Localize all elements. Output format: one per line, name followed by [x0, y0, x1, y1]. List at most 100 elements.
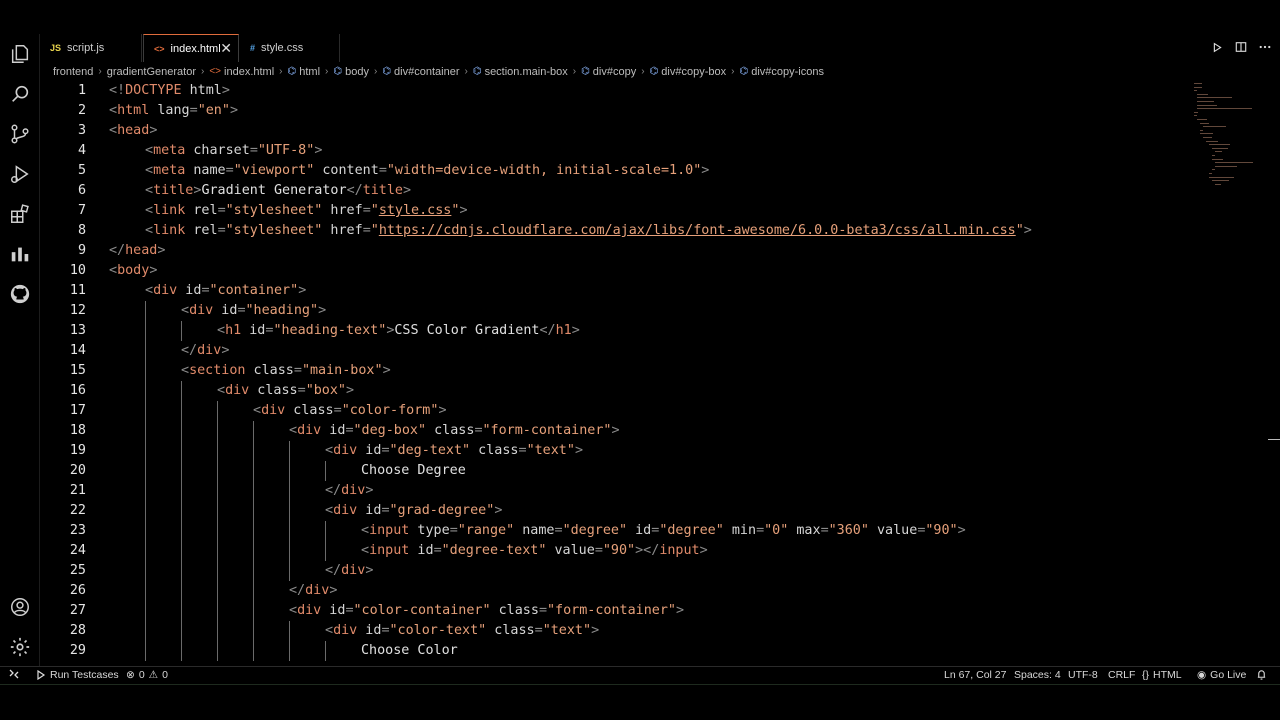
- code-line[interactable]: 14 </div>: [40, 341, 1190, 361]
- indent-guide: [253, 581, 254, 601]
- breadcrumb-item[interactable]: div#copy: [593, 66, 636, 78]
- line-ending[interactable]: CRLF: [1108, 669, 1135, 681]
- indent-guide: [145, 481, 146, 501]
- code-line[interactable]: 9 </head>: [40, 241, 1190, 261]
- code-line[interactable]: 20 Choose Degree: [40, 461, 1190, 481]
- extensions-icon[interactable]: [8, 202, 32, 226]
- account-icon[interactable]: [8, 595, 32, 619]
- split-editor-icon[interactable]: [1234, 40, 1248, 54]
- code-text: <div id="container">: [145, 283, 307, 298]
- code-line[interactable]: 7 <link rel="stylesheet" href="style.css"…: [40, 201, 1190, 221]
- breadcrumb-item[interactable]: index.html: [224, 66, 274, 78]
- indent-guide: [289, 641, 290, 661]
- go-live-button[interactable]: ◉ Go Live: [1197, 669, 1246, 681]
- source-control-icon[interactable]: [8, 122, 32, 146]
- code-line[interactable]: 3 <head>: [40, 121, 1190, 141]
- indent-guide: [289, 481, 290, 501]
- indent-guide: [181, 541, 182, 561]
- run-file-icon[interactable]: [1210, 40, 1224, 54]
- chevron-right-icon: ›: [464, 66, 468, 77]
- code-line[interactable]: 23 <input type="range" name="degree" id="…: [40, 521, 1190, 541]
- indentation[interactable]: Spaces: 4: [1014, 669, 1061, 681]
- indent-guide: [217, 501, 218, 521]
- code-line[interactable]: 5 <meta name="viewport" content="width=de…: [40, 161, 1190, 181]
- breadcrumb-item[interactable]: div#copy-icons: [751, 66, 824, 78]
- indent-guide: [145, 621, 146, 641]
- run-testcases-button[interactable]: Run Testcases: [36, 669, 119, 681]
- code-line[interactable]: 29 Choose Color: [40, 641, 1190, 661]
- breadcrumb-item[interactable]: div#container: [394, 66, 459, 78]
- code-line[interactable]: 27 <div id="color-container" class="form-…: [40, 601, 1190, 621]
- breadcrumb-item[interactable]: gradientGenerator: [107, 66, 196, 78]
- indent-guide: [145, 441, 146, 461]
- indent-guide: [217, 441, 218, 461]
- minimap-line: [1197, 108, 1252, 110]
- indent-guide: [217, 421, 218, 441]
- code-line[interactable]: 19 <div id="deg-text" class="text">: [40, 441, 1190, 461]
- breadcrumb-item[interactable]: frontend: [53, 66, 93, 78]
- code-line[interactable]: 11 <div id="container">: [40, 281, 1190, 301]
- minimap-line: [1206, 140, 1218, 142]
- indent-guide: [253, 521, 254, 541]
- minimap-line: [1197, 104, 1217, 106]
- code-line[interactable]: 22 <div id="grad-degree">: [40, 501, 1190, 521]
- code-line[interactable]: 18 <div id="deg-box" class="form-containe…: [40, 421, 1190, 441]
- breadcrumb-item[interactable]: div#copy-box: [661, 66, 726, 78]
- code-editor[interactable]: 1 <!DOCTYPE html> 2 <html lang="en"> 3 <head>…: [40, 81, 1280, 666]
- minimap-line: [1200, 122, 1209, 124]
- github-icon[interactable]: [8, 282, 32, 306]
- code-line[interactable]: 21 </div>: [40, 481, 1190, 501]
- minimap[interactable]: [1190, 83, 1266, 193]
- code-line[interactable]: 17 <div class="color-form">: [40, 401, 1190, 421]
- breadcrumb-item[interactable]: html: [299, 66, 320, 78]
- code-line[interactable]: 26 </div>: [40, 581, 1190, 601]
- indent-guide: [145, 341, 146, 361]
- code-text: <div id="deg-text" class="text">: [325, 443, 583, 458]
- cursor-position[interactable]: Ln 67, Col 27: [944, 669, 1006, 681]
- analytics-icon[interactable]: [8, 242, 32, 266]
- code-line[interactable]: 1 <!DOCTYPE html>: [40, 81, 1190, 101]
- problems-indicator[interactable]: ⊗ 0 ⚠ 0: [126, 669, 168, 681]
- code-line[interactable]: 12 <div id="heading">: [40, 301, 1190, 321]
- language-label: HTML: [1153, 669, 1182, 681]
- status-bar: Run Testcases ⊗ 0 ⚠ 0 Ln 67, Col 27 Spac…: [0, 666, 1280, 684]
- code-line[interactable]: 13 <h1 id="heading-text">CSS Color Gradie…: [40, 321, 1190, 341]
- line-number: 16: [69, 383, 86, 398]
- notifications-bell-icon[interactable]: [1256, 669, 1267, 680]
- code-line[interactable]: 28 <div id="color-text" class="text">: [40, 621, 1190, 641]
- code-text: <link rel="stylesheet" href="https://cdn…: [145, 223, 1032, 238]
- indent-guide: [145, 581, 146, 601]
- code-line[interactable]: 15 <section class="main-box">: [40, 361, 1190, 381]
- code-line[interactable]: 16 <div class="box">: [40, 381, 1190, 401]
- explorer-icon[interactable]: [8, 42, 32, 66]
- indent-guide: [181, 641, 182, 661]
- minimap-line: [1200, 129, 1203, 131]
- code-line[interactable]: 10 <body>: [40, 261, 1190, 281]
- breadcrumb-item[interactable]: body: [345, 66, 369, 78]
- code-line[interactable]: 24 <input id="degree-text" value="90"></i…: [40, 541, 1190, 561]
- settings-gear-icon[interactable]: [8, 635, 32, 659]
- scrollbar-thumb[interactable]: [1268, 439, 1280, 440]
- code-line[interactable]: 4 <meta charset="UTF-8">: [40, 141, 1190, 161]
- run-debug-icon[interactable]: [8, 162, 32, 186]
- code-text: Choose Degree: [361, 463, 466, 478]
- tab-style-css[interactable]: # style.css: [240, 34, 340, 62]
- code-line[interactable]: 25 </div>: [40, 561, 1190, 581]
- search-icon[interactable]: [8, 82, 32, 106]
- close-tab-icon[interactable]: ✕: [220, 41, 232, 55]
- encoding[interactable]: UTF-8: [1068, 669, 1098, 681]
- line-number: 5: [77, 163, 86, 178]
- element-icon: ⌬: [581, 66, 590, 77]
- code-line[interactable]: 6 <title>Gradient Generator</title>: [40, 181, 1190, 201]
- indent-guide: [181, 421, 182, 441]
- language-mode[interactable]: {} HTML: [1142, 669, 1182, 681]
- code-line[interactable]: 8 <link rel="stylesheet" href="https://cd…: [40, 221, 1190, 241]
- breadcrumb-item[interactable]: section.main-box: [485, 66, 568, 78]
- tab-script-js[interactable]: JS script.js: [40, 34, 142, 62]
- more-actions-icon[interactable]: [1258, 40, 1272, 54]
- tab-index-html[interactable]: <> index.html ✕: [143, 34, 239, 62]
- code-line[interactable]: 2 <html lang="en">: [40, 101, 1190, 121]
- line-number: 15: [69, 363, 86, 378]
- remote-icon[interactable]: [9, 669, 19, 679]
- indent-guide: [181, 401, 182, 421]
